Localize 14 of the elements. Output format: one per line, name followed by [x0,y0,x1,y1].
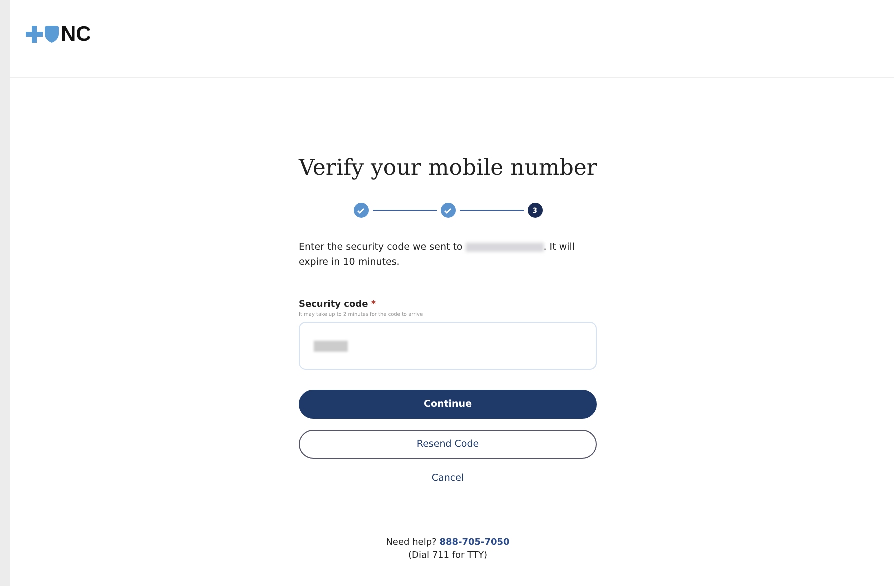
instructions-text: Enter the security code we sent to . It will expire in 10 minutes. [299,241,576,270]
tty-note: (Dial 711 for TTY) [408,550,488,563]
shield-icon [45,26,59,43]
page-title: Verify your mobile number [299,156,597,181]
help-text: Need help? 888-705-7050 [385,537,511,550]
logo-text: NC [61,22,92,46]
field-label: Security code * [299,300,376,310]
security-code-field[interactable] [299,322,597,370]
phone-link[interactable]: 888-705-7050 [440,538,510,548]
resend-button[interactable]: Resend Code [299,430,597,459]
redacted-code [314,340,348,352]
continue-button[interactable]: Continue [299,390,597,419]
cross-icon [26,26,43,43]
cancel-link[interactable]: Cancel [428,470,468,486]
